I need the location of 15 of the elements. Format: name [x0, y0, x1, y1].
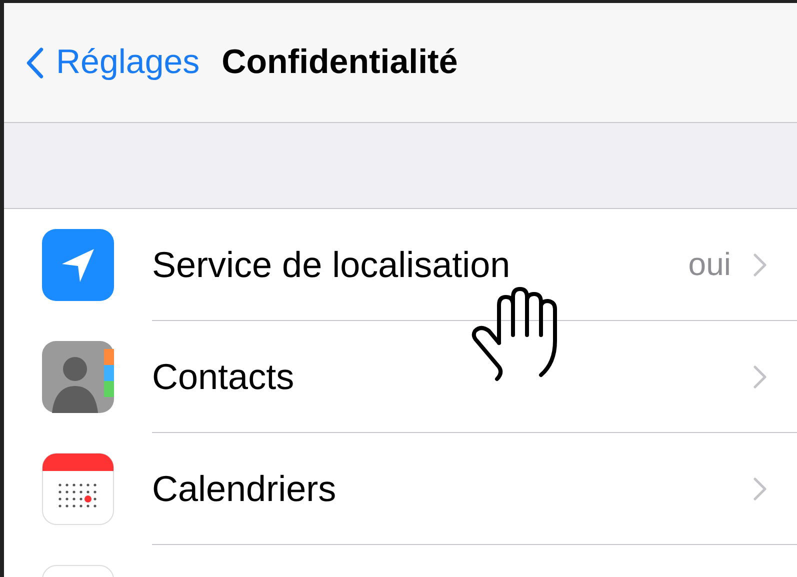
- row-label: Contacts: [152, 356, 294, 398]
- contacts-icon: [42, 341, 114, 413]
- row-label: Service de localisation: [152, 244, 510, 286]
- page-title: Confidentialité: [222, 43, 458, 82]
- chevron-right-icon: [753, 476, 767, 500]
- row-label: Calendriers: [152, 468, 336, 510]
- settings-row[interactable]: Service de localisation oui: [4, 209, 797, 321]
- back-button[interactable]: Réglages: [26, 43, 200, 82]
- calendar-icon: [42, 453, 114, 525]
- row-value: oui: [688, 246, 731, 283]
- chevron-right-icon: [753, 252, 767, 276]
- chevron-right-icon: [753, 364, 767, 388]
- settings-row[interactable]: Calendriers: [4, 433, 797, 545]
- back-chevron-icon: [26, 46, 44, 80]
- settings-row[interactable]: Contacts: [4, 321, 797, 433]
